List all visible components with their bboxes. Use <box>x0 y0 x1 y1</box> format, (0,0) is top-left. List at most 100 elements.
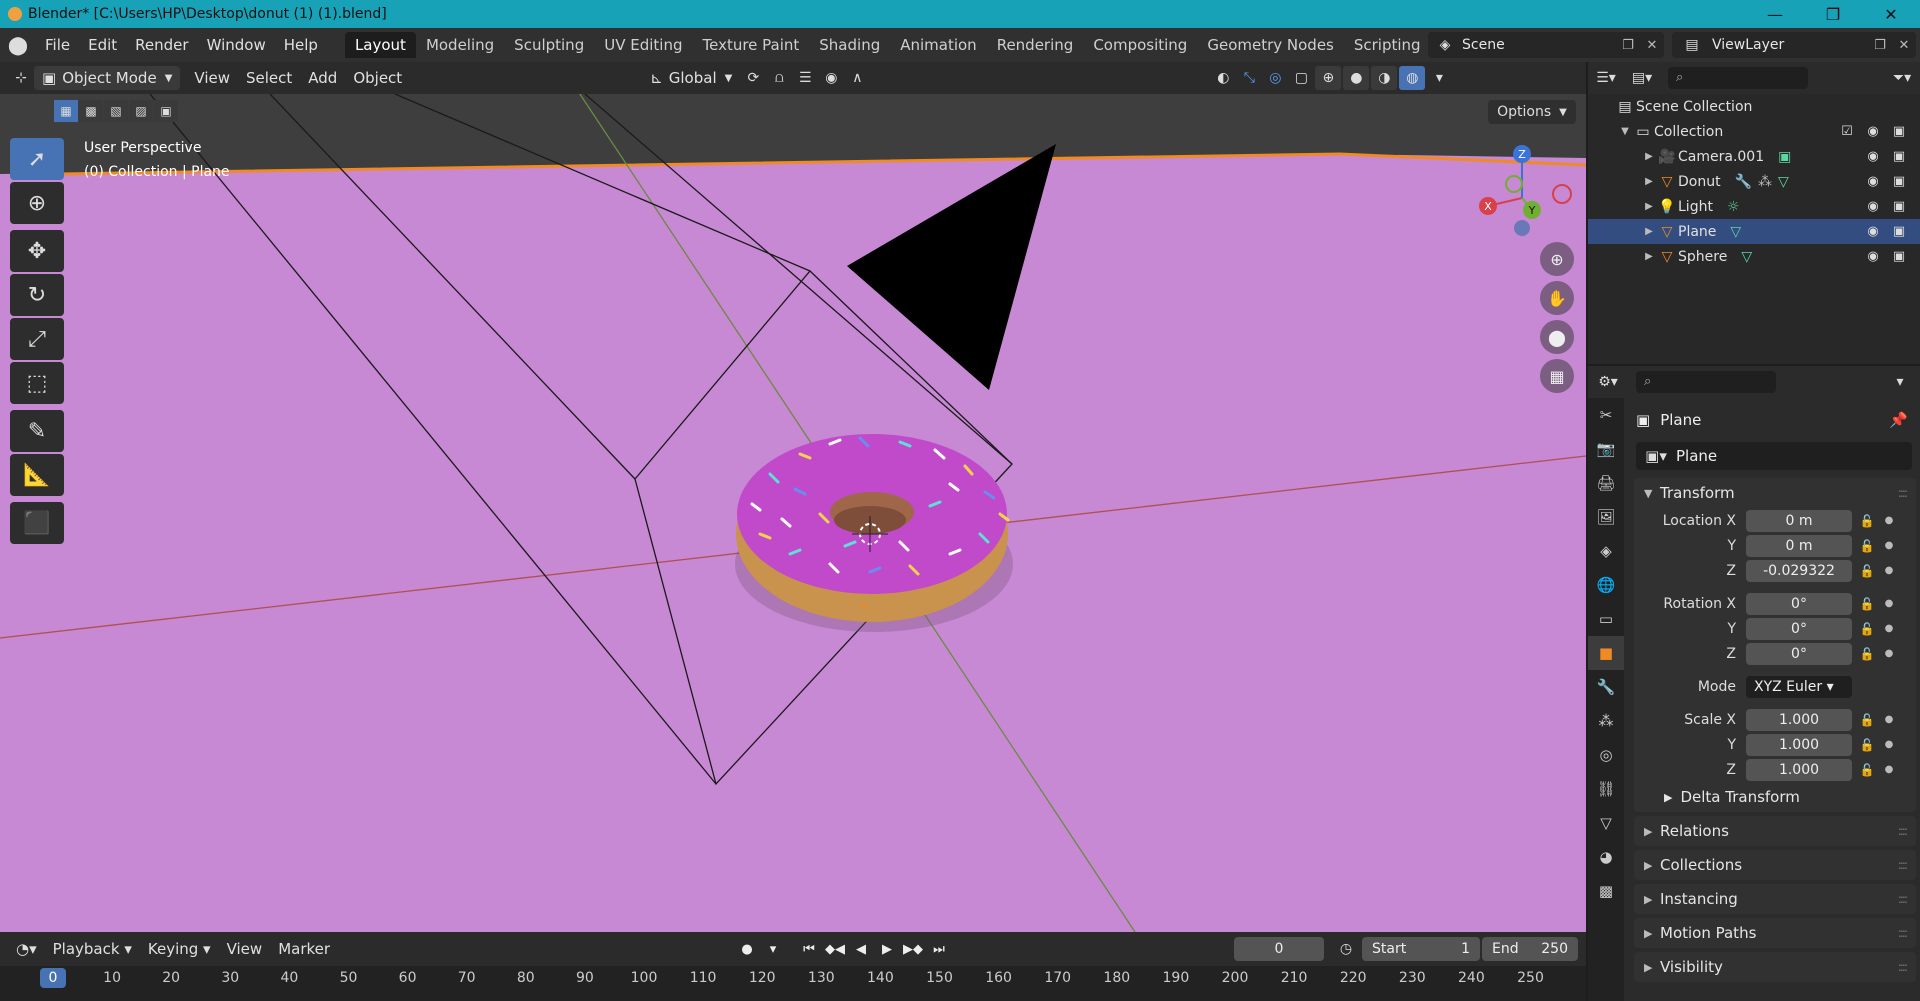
playhead[interactable]: 0 <box>40 968 66 988</box>
scene-selector[interactable]: ◈ Scene ❐ ✕ <box>1428 32 1664 58</box>
collection-row[interactable]: ▼ ▭ Collection ☑ ◉ ▣ <box>1588 119 1920 144</box>
rotation-z-field[interactable]: 0° <box>1746 642 1852 665</box>
cursor-tool-icon[interactable]: ⊕ <box>10 182 64 224</box>
keyframe-dot-icon[interactable]: ● <box>1882 565 1896 576</box>
select-new-icon[interactable]: ▦ <box>54 100 78 122</box>
constraints-tab-icon[interactable]: ⛓ <box>1588 772 1624 806</box>
particles-icon[interactable]: ⁂ <box>1758 174 1772 190</box>
play-reverse-icon[interactable]: ◀ <box>848 937 874 961</box>
tab-scripting[interactable]: Scripting <box>1344 32 1431 58</box>
next-keyframe-icon[interactable]: ▶◆ <box>900 937 926 961</box>
rotation-x-field[interactable]: 0° <box>1746 592 1852 615</box>
menu-window[interactable]: Window <box>198 36 275 54</box>
render-camera-icon[interactable]: ▣ <box>1886 249 1912 264</box>
keyframe-dot-icon[interactable]: ● <box>1882 648 1896 659</box>
collections-panel[interactable]: ▶ Collections:::: <box>1634 850 1916 880</box>
tab-rendering[interactable]: Rendering <box>987 32 1084 58</box>
tab-animation[interactable]: Animation <box>890 32 986 58</box>
wireframe-shading-icon[interactable]: ⊕ <box>1315 66 1342 90</box>
menu-playback[interactable]: Playback ▾ <box>45 940 140 958</box>
jump-start-icon[interactable]: ⏮ <box>796 937 822 961</box>
timeline-editor-icon[interactable]: ◔▾ <box>8 940 45 958</box>
rendered-shading-icon[interactable]: ◍ <box>1399 66 1426 90</box>
move-tool-icon[interactable]: ✥ <box>10 230 64 272</box>
solid-shading-icon[interactable]: ● <box>1343 66 1370 90</box>
exclude-checkbox[interactable]: ☑ <box>1834 124 1860 139</box>
world-tab-icon[interactable]: 🌐 <box>1588 568 1624 602</box>
object-datablock-icon[interactable]: ▣▾ <box>1636 447 1676 465</box>
light-data-icon[interactable]: ☼ <box>1727 199 1740 215</box>
expand-arrow-icon[interactable]: ▶ <box>1642 226 1656 237</box>
transform-panel-header[interactable]: ▼ Transform :::: <box>1634 478 1916 508</box>
menu-edit[interactable]: Edit <box>79 36 126 54</box>
outliner-item-light[interactable]: ▶ 💡 Light ☼ ◉ ▣ <box>1588 194 1920 219</box>
drag-handle-icon[interactable]: :::: <box>1898 824 1908 838</box>
select-box-tool-icon[interactable]: ➚ <box>10 138 64 180</box>
gizmo-neg-y-axis[interactable] <box>1505 175 1523 193</box>
output-tab-icon[interactable]: 🖨 <box>1588 466 1624 500</box>
object-tab-icon[interactable]: ■ <box>1588 636 1624 670</box>
instancing-panel[interactable]: ▶ Instancing:::: <box>1634 884 1916 914</box>
record-icon[interactable]: ● <box>734 937 760 961</box>
scale-z-field[interactable]: 1.000 <box>1746 758 1852 781</box>
rotation-mode-dropdown[interactable]: XYZ Euler ▾ <box>1746 675 1852 698</box>
tab-sculpting[interactable]: Sculpting <box>504 32 594 58</box>
drag-handle-icon[interactable]: :::: <box>1898 486 1908 500</box>
modifier-tab-icon[interactable]: 🔧 <box>1588 670 1624 704</box>
render-camera-icon[interactable]: ▣ <box>1886 149 1912 164</box>
tab-compositing[interactable]: Compositing <box>1083 32 1197 58</box>
collection-tab-icon[interactable]: ▭ <box>1588 602 1624 636</box>
eye-icon[interactable]: ◉ <box>1860 149 1886 164</box>
display-mode-icon[interactable]: ▤▾ <box>1624 70 1660 86</box>
view-layer-name[interactable]: ViewLayer <box>1712 37 1868 53</box>
render-camera-icon[interactable]: ▣ <box>1886 224 1912 239</box>
blender-menu-icon[interactable]: ⬤ <box>0 35 36 56</box>
motion-paths-panel[interactable]: ▶ Motion Paths:::: <box>1634 918 1916 948</box>
expand-arrow-icon[interactable]: ▶ <box>1642 151 1656 162</box>
outliner-item-plane[interactable]: ▶ ▽ Plane ▽ ◉ ▣ <box>1588 219 1920 244</box>
lock-icon[interactable]: 🔓 <box>1852 564 1882 578</box>
outliner-item-camera[interactable]: ▶ 🎥 Camera.001 ▣ ◉ ▣ <box>1588 144 1920 169</box>
location-x-field[interactable]: 0 m <box>1746 509 1852 532</box>
xray-icon[interactable]: ▢ <box>1288 66 1314 90</box>
play-icon[interactable]: ▶ <box>874 937 900 961</box>
select-intersect-icon[interactable]: ▣ <box>154 100 178 122</box>
menu-object[interactable]: Object <box>345 66 410 90</box>
location-y-field[interactable]: 0 m <box>1746 534 1852 557</box>
camera-view-icon[interactable]: ⬤ <box>1540 320 1574 354</box>
lock-icon[interactable]: 🔓 <box>1852 713 1882 727</box>
object-mode-dropdown[interactable]: ▣ Object Mode ▼ <box>34 66 181 90</box>
tab-texture-paint[interactable]: Texture Paint <box>692 32 809 58</box>
close-button[interactable]: ✕ <box>1862 0 1920 28</box>
properties-editor-icon[interactable]: ⚙▾ <box>1588 374 1628 390</box>
drag-handle-icon[interactable]: :::: <box>1898 926 1908 940</box>
keyframe-dot-icon[interactable]: ● <box>1882 764 1896 775</box>
rotate-tool-icon[interactable]: ↻ <box>10 274 64 316</box>
rotation-y-field[interactable]: 0° <box>1746 617 1852 640</box>
outliner-search-input[interactable]: ⌕ <box>1668 67 1808 89</box>
visibility-icon[interactable]: ◐ <box>1210 66 1236 90</box>
menu-view[interactable]: View <box>186 66 238 90</box>
render-camera-icon[interactable]: ▣ <box>1886 174 1912 189</box>
lock-icon[interactable]: 🔓 <box>1852 622 1882 636</box>
menu-select[interactable]: Select <box>238 66 300 90</box>
modifier-wrench-icon[interactable]: 🔧 <box>1735 174 1752 190</box>
minimize-button[interactable]: — <box>1746 0 1804 28</box>
pivot-point-icon[interactable]: ⟳ <box>740 66 766 90</box>
scene-collection-row[interactable]: ▤ Scene Collection <box>1588 94 1920 119</box>
copy-scene-icon[interactable]: ❐ <box>1616 38 1640 53</box>
remove-scene-icon[interactable]: ✕ <box>1640 38 1664 53</box>
measure-tool-icon[interactable]: 📐 <box>10 454 64 496</box>
expand-arrow-icon[interactable]: ▶ <box>1642 251 1656 262</box>
timeline-ruler[interactable]: 0 10 20 30 40 50 60 70 80 90 100 110 120 130 140 150 16… <box>0 966 1586 1001</box>
eye-icon[interactable]: ◉ <box>1860 174 1886 189</box>
menu-help[interactable]: Help <box>275 36 327 54</box>
gizmo-icon[interactable]: ⤡ <box>1236 66 1262 90</box>
tab-layout[interactable]: Layout <box>344 32 416 58</box>
annotate-tool-icon[interactable]: ✎ <box>10 410 64 452</box>
keyframe-dot-icon[interactable]: ● <box>1882 739 1896 750</box>
expand-arrow-icon[interactable]: ▶ <box>1642 176 1656 187</box>
drag-handle-icon[interactable]: :::: <box>1898 960 1908 974</box>
add-cube-tool-icon[interactable]: ⬛ <box>10 502 64 544</box>
particles-tab-icon[interactable]: ⁂ <box>1588 704 1624 738</box>
